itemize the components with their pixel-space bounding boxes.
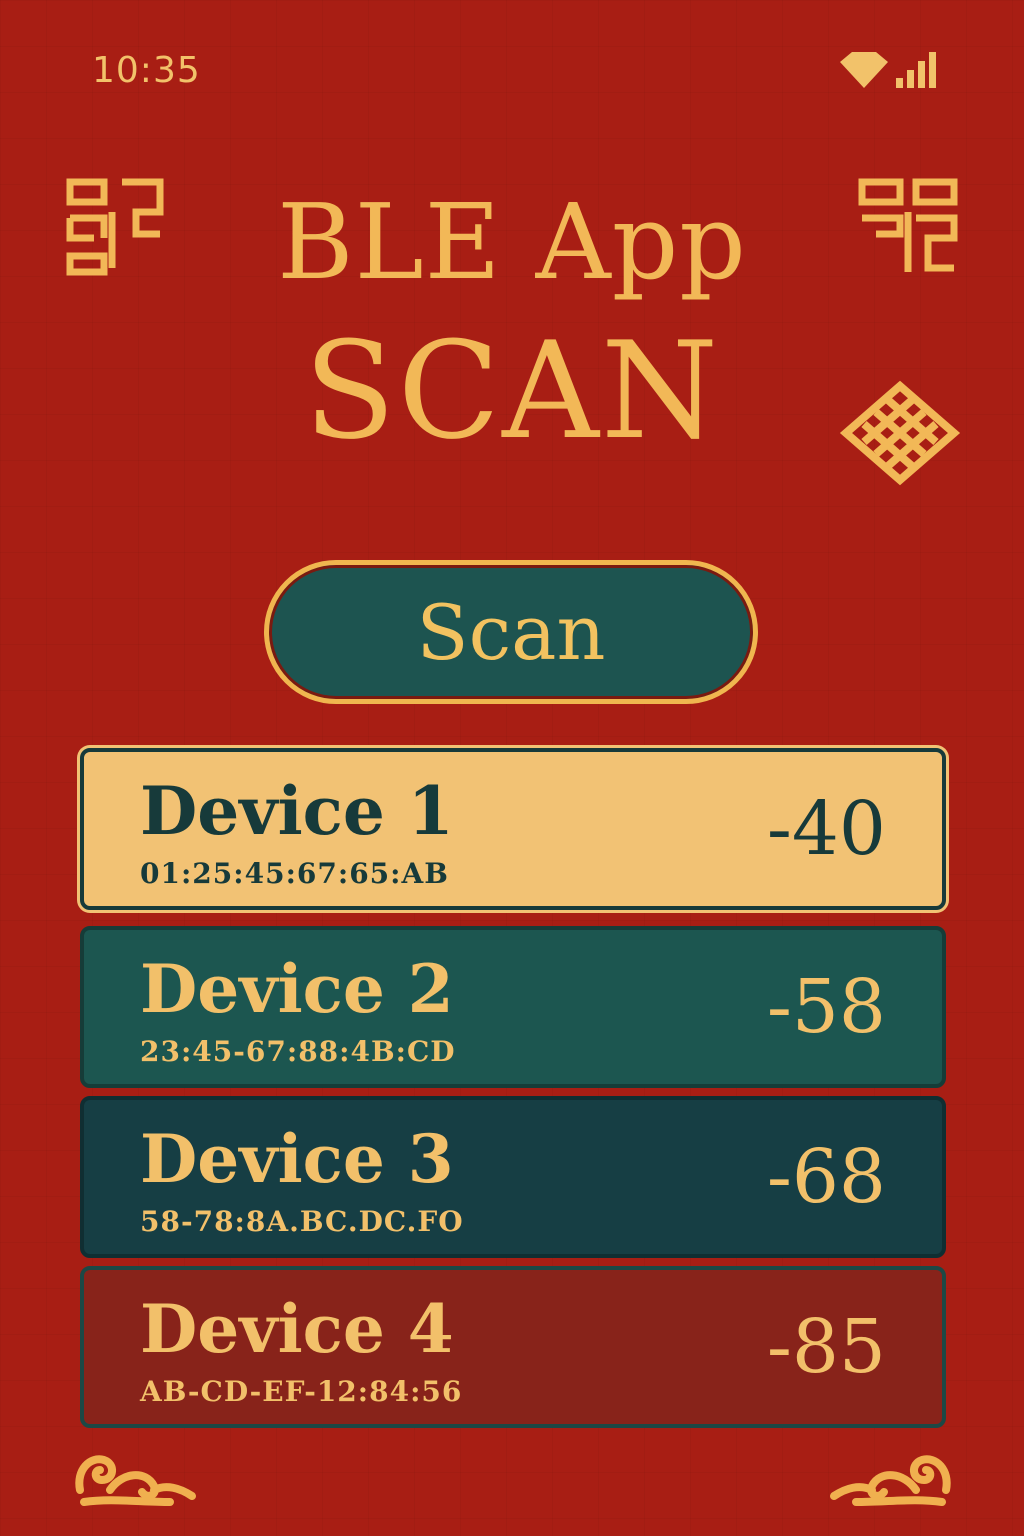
status-icons (838, 52, 942, 88)
device-rssi: -85 (766, 1304, 886, 1390)
device-rssi: -40 (766, 786, 886, 872)
device-rssi: -68 (766, 1134, 886, 1220)
title-scan: SCAN (303, 313, 721, 469)
device-mac-address: 01:25:45:67:65:AB (140, 857, 449, 890)
status-time: 10:35 (92, 50, 201, 91)
scan-button[interactable]: Scan (264, 560, 758, 704)
device-list-item[interactable]: Device 2 23:45-67:88:4B:CD -58 (80, 926, 946, 1088)
device-name: Device 4 (140, 1290, 454, 1368)
bottom-right-cloud-icon (830, 1455, 951, 1506)
device-name: Device 3 (140, 1120, 454, 1198)
device-name: Device 1 (140, 772, 454, 850)
status-bar: 10:35 (0, 44, 1024, 100)
wifi-icon (840, 52, 888, 88)
title-app-name: BLE App (277, 181, 747, 303)
device-list-item[interactable]: Device 3 58-78:8A.BC.DC.FO -68 (80, 1096, 946, 1258)
device-list-item[interactable]: Device 1 01:25:45:67:65:AB -40 (80, 748, 946, 910)
device-mac-address: AB-CD-EF-12:84:56 (140, 1375, 463, 1408)
device-rssi: -58 (766, 964, 886, 1050)
page-title: BLE App SCAN (0, 190, 1024, 458)
signal-icon (896, 52, 936, 88)
device-list-item[interactable]: Device 4 AB-CD-EF-12:84:56 -85 (80, 1266, 946, 1428)
device-mac-address: 58-78:8A.BC.DC.FO (140, 1205, 464, 1238)
bottom-left-cloud-icon (75, 1455, 196, 1506)
device-name: Device 2 (140, 950, 454, 1028)
device-mac-address: 23:45-67:88:4B:CD (140, 1035, 456, 1068)
